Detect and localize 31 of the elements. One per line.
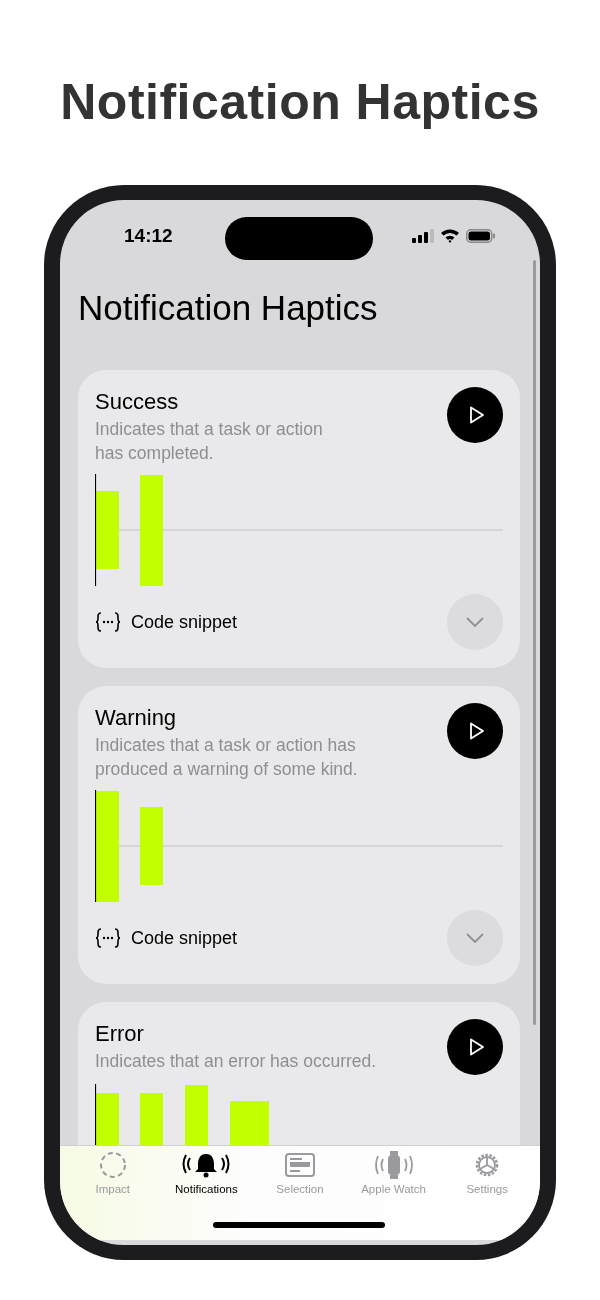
chevron-icon [466,617,484,627]
chevron-icon [466,933,484,943]
dashed-circle-icon [98,1150,127,1180]
play-icon [469,406,485,424]
card-title: Success [95,388,180,416]
signal-icon [412,228,434,243]
card-description: Indicates that an error has occurred. [95,1050,378,1073]
screen-title: Notification Haptics [78,288,379,329]
code-snippet-label: Code snippet [131,611,239,633]
play-button[interactable] [447,387,503,443]
card-title: Error [95,1020,145,1048]
tab-item[interactable]: Selection [253,1150,347,1195]
play-button[interactable] [447,703,503,759]
play-icon [469,1038,485,1056]
code-braces-icon [95,928,121,948]
card-title: Warning [95,704,178,732]
code-braces-icon [95,612,121,632]
tab-item[interactable]: Notifications [159,1150,254,1195]
play-button[interactable] [447,1019,503,1075]
code-snippet-label: Code snippet [131,927,239,949]
tab-item[interactable]: Apple Watch [346,1150,441,1195]
wifi-icon [440,228,460,243]
page-title: Notification Haptics [59,73,541,132]
card-description: Indicates that a task or action has completed. [95,418,324,465]
tab-item[interactable]: Impact [66,1150,160,1195]
battery-icon [466,228,496,243]
card-description: Indicates that a task or action has produced a warning of some kind. [95,734,359,781]
card-icon [284,1150,316,1180]
status-time: 14:12 [124,225,173,247]
tab-item[interactable]: Settings [440,1150,534,1195]
play-icon [469,722,485,740]
